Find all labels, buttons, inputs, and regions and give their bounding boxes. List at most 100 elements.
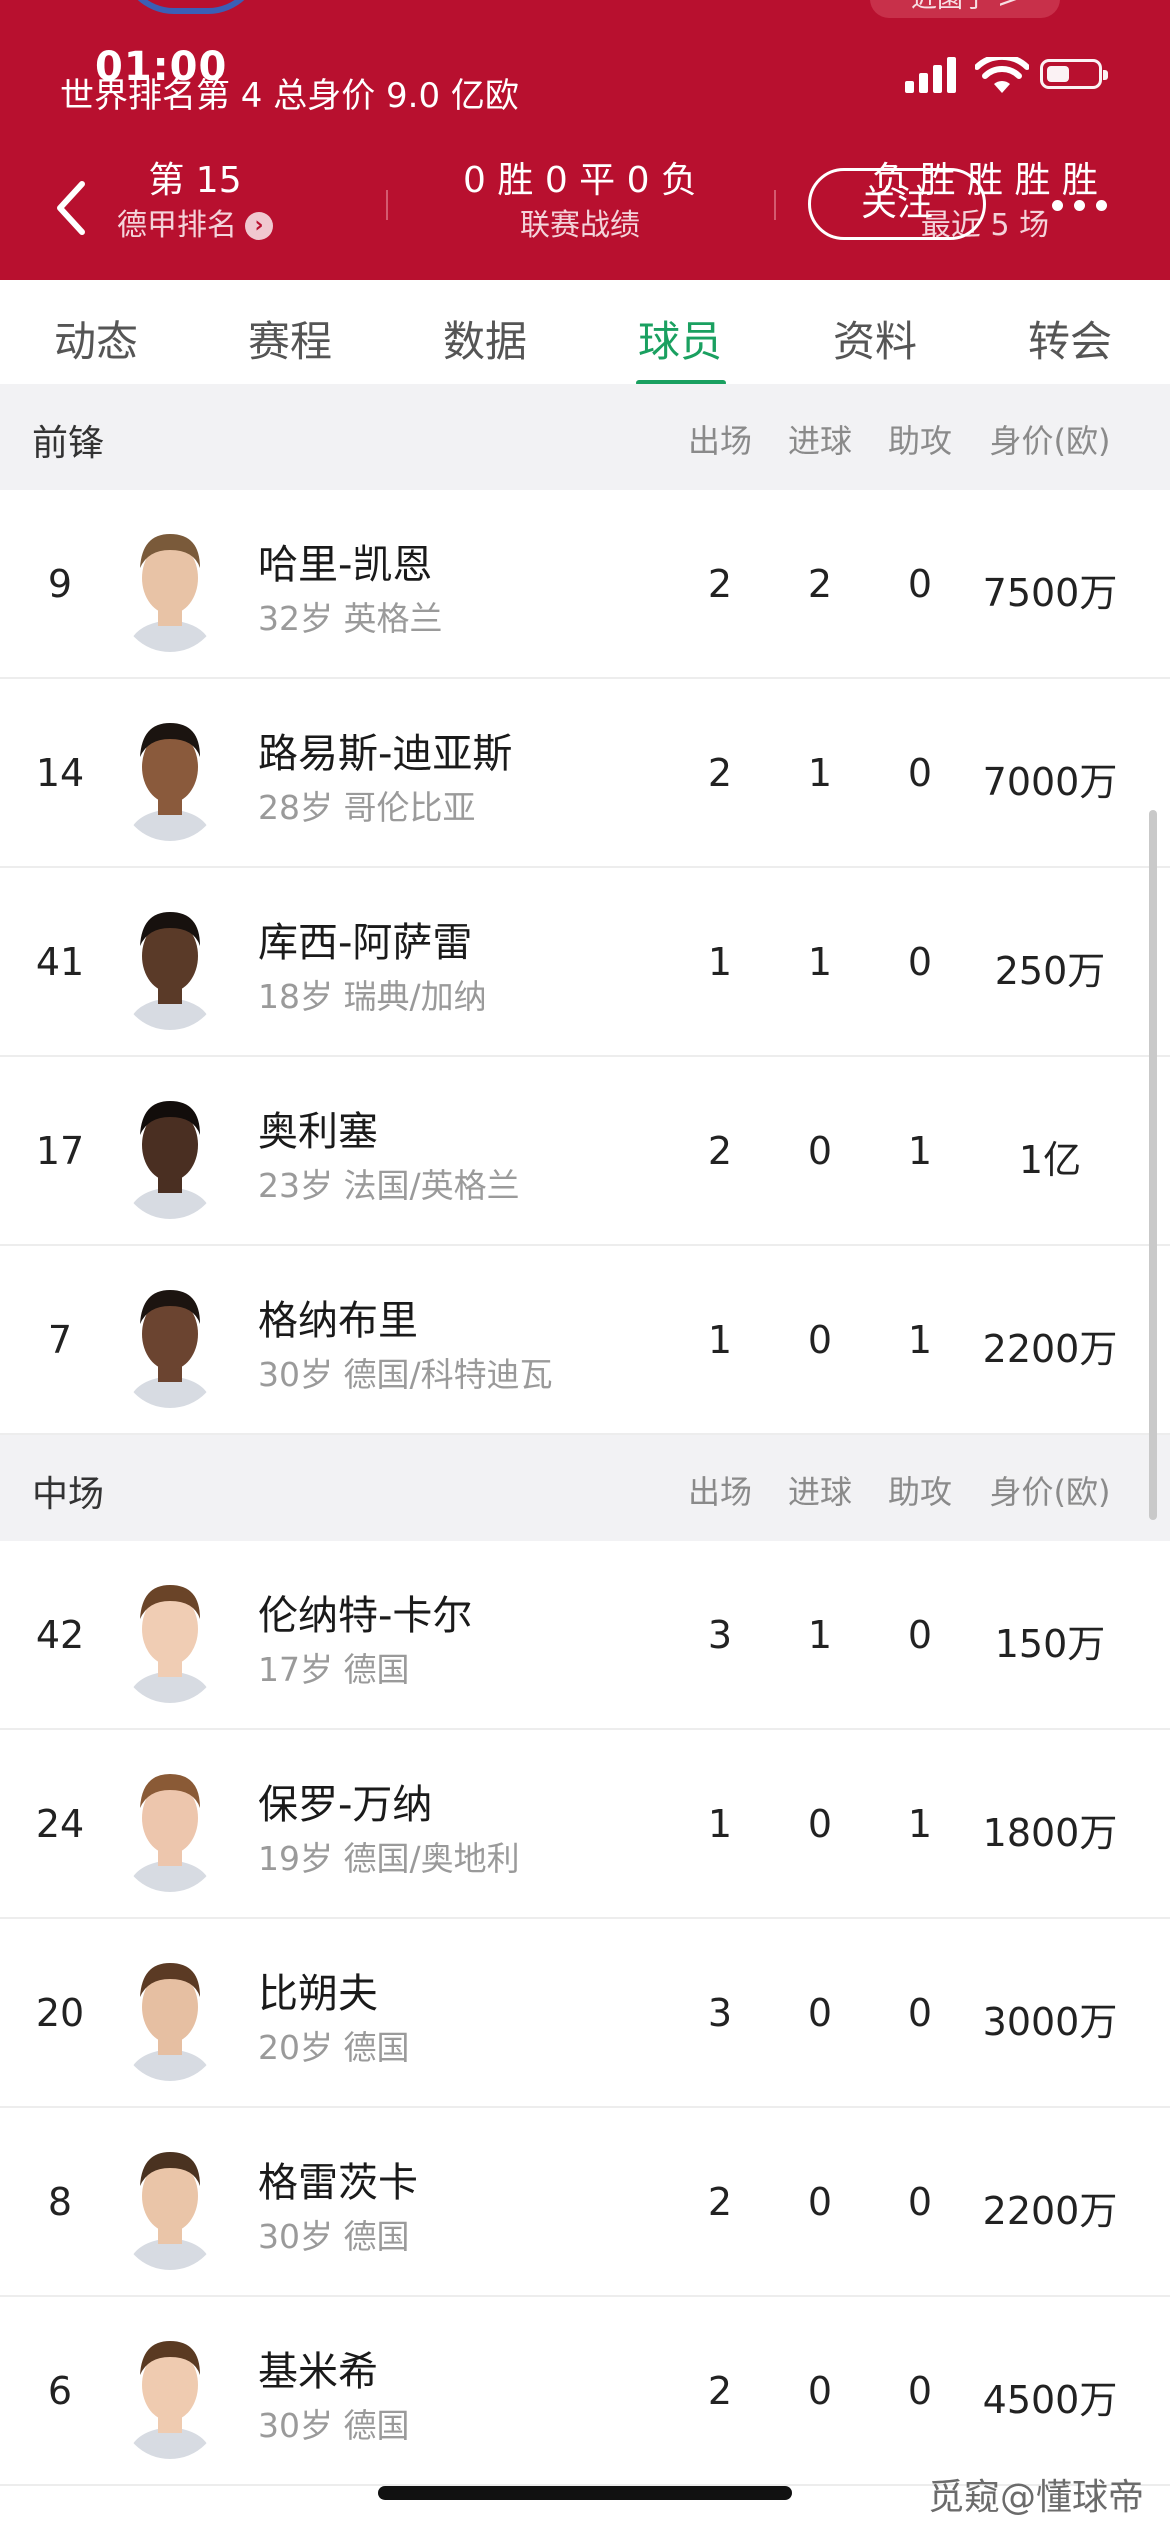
- wifi-icon: [975, 57, 1029, 93]
- market-value: 4500万: [982, 2378, 1118, 2422]
- follow-button[interactable]: 关注: [808, 168, 986, 240]
- appearances: 3: [707, 1613, 733, 1657]
- player-age-nationality: 20岁 德国: [258, 2028, 410, 2067]
- assists: 1: [907, 1318, 933, 1362]
- player-name: 格纳布里: [258, 1298, 418, 1344]
- goals: 1: [807, 1613, 833, 1657]
- player-row[interactable]: 20 比朔夫 20岁 德国 3 0 0 3000万: [0, 1919, 1170, 2108]
- player-avatar: [120, 894, 220, 1030]
- market-value: 1亿: [1018, 1138, 1082, 1182]
- market-value: 7500万: [982, 571, 1118, 615]
- player-row[interactable]: 24 保罗-万纳 19岁 德国/奥地利 1 0 1 1800万: [0, 1730, 1170, 1919]
- header-pill-button[interactable]: 近園子 >: [870, 0, 1060, 18]
- player-avatar: [120, 1272, 220, 1408]
- tab-profile[interactable]: 资料: [795, 308, 955, 369]
- player-age-nationality: 30岁 德国: [258, 2217, 410, 2256]
- tab-bar: 动态 赛程 数据 球员 资料 转会: [0, 280, 1170, 392]
- player-name: 奥利塞: [258, 1109, 378, 1155]
- player-photo-icon: [120, 894, 220, 1030]
- tab-news[interactable]: 动态: [16, 308, 176, 369]
- player-row[interactable]: 7 格纳布里 30岁 德国/科特迪瓦 1 0 1 2200万: [0, 1246, 1170, 1435]
- player-name: 格雷茨卡: [258, 2160, 418, 2206]
- league-rank[interactable]: 第 15 德甲排名 ›: [100, 158, 290, 248]
- player-row[interactable]: 17 奥利塞 23岁 法国/英格兰 2 0 1 1亿: [0, 1057, 1170, 1246]
- player-age-nationality: 30岁 德国: [258, 2406, 410, 2445]
- player-row[interactable]: 6 基米希 30岁 德国 2 0 0 4500万: [0, 2297, 1170, 2486]
- player-photo-icon: [120, 2134, 220, 2270]
- player-age-nationality: 32岁 英格兰: [258, 599, 443, 638]
- player-photo-icon: [120, 705, 220, 841]
- assists: 1: [907, 1802, 933, 1846]
- assists: 0: [907, 2369, 933, 2413]
- more-icon[interactable]: [1052, 200, 1108, 212]
- player-age-nationality: 30岁 德国/科特迪瓦: [258, 1355, 553, 1394]
- section-header: 前锋 出场 进球 助攻 身价(欧): [0, 384, 1170, 490]
- player-avatar: [120, 1756, 220, 1892]
- market-value: 3000万: [982, 2000, 1118, 2044]
- jersey-number: 24: [35, 1802, 85, 1846]
- player-age-nationality: 19岁 德国/奥地利: [258, 1839, 520, 1878]
- jersey-number: 6: [47, 2369, 73, 2413]
- player-name: 保罗-万纳: [258, 1782, 433, 1828]
- section-title: 中场: [32, 1474, 105, 1515]
- player-row[interactable]: 41 库西-阿萨雷 18岁 瑞典/加纳 1 1 0 250万: [0, 868, 1170, 1057]
- tab-transfers[interactable]: 转会: [990, 308, 1150, 369]
- appearances: 1: [707, 1318, 733, 1362]
- tab-players[interactable]: 球员: [600, 308, 760, 369]
- home-indicator[interactable]: [378, 2486, 792, 2500]
- player-photo-icon: [120, 1272, 220, 1408]
- appearances: 1: [707, 940, 733, 984]
- tab-stats[interactable]: 数据: [405, 308, 565, 369]
- scrollbar[interactable]: [1149, 810, 1157, 1520]
- jersey-number: 9: [47, 562, 73, 606]
- status-time: 01:00: [95, 44, 228, 90]
- column-header: 出场: [687, 422, 752, 460]
- player-avatar: [120, 2323, 220, 2459]
- back-arrow-icon[interactable]: [52, 178, 88, 238]
- player-photo-icon: [120, 2323, 220, 2459]
- record-value: 0 胜 0 平 0 负: [463, 160, 697, 201]
- jersey-number: 20: [35, 1991, 85, 2035]
- player-photo-icon: [120, 1756, 220, 1892]
- player-row[interactable]: 9 哈里-凯恩 32岁 英格兰 2 2 0 7500万: [0, 490, 1170, 679]
- player-photo-icon: [120, 1945, 220, 2081]
- player-age-nationality: 28岁 哥伦比亚: [258, 788, 476, 827]
- player-avatar: [120, 1945, 220, 2081]
- column-header: 进球: [787, 422, 852, 460]
- tab-schedule[interactable]: 赛程: [210, 308, 370, 369]
- divider: [386, 190, 388, 220]
- assists: 0: [907, 751, 933, 795]
- jersey-number: 8: [47, 2180, 73, 2224]
- jersey-number: 17: [35, 1129, 85, 1173]
- record-label: 联赛战绩: [520, 208, 640, 243]
- goals: 0: [807, 1129, 833, 1173]
- chevron-right-icon: ›: [245, 212, 273, 240]
- player-name: 比朔夫: [258, 1971, 378, 2017]
- column-header: 助攻: [887, 1473, 952, 1511]
- league-rank-label: 德甲排名 ›: [100, 204, 290, 248]
- goals: 1: [807, 751, 833, 795]
- status-icons: [905, 55, 1125, 95]
- player-row[interactable]: 8 格雷茨卡 30岁 德国 2 0 0 2200万: [0, 2108, 1170, 2297]
- column-header: 出场: [687, 1473, 752, 1511]
- column-header: 身价(欧): [989, 1473, 1111, 1511]
- assists: 0: [907, 562, 933, 606]
- player-name: 路易斯-迪亚斯: [258, 731, 513, 777]
- player-row[interactable]: 14 路易斯-迪亚斯 28岁 哥伦比亚 2 1 0 7000万: [0, 679, 1170, 868]
- player-avatar: [120, 2134, 220, 2270]
- player-avatar: [120, 1567, 220, 1703]
- assists: 0: [907, 1991, 933, 2035]
- column-header: 助攻: [887, 422, 952, 460]
- battery-icon: [1040, 59, 1108, 89]
- assists: 0: [907, 1613, 933, 1657]
- assists: 0: [907, 2180, 933, 2224]
- signal-icon: [905, 57, 956, 93]
- market-value: 2200万: [982, 2189, 1118, 2233]
- column-header: 进球: [787, 1473, 852, 1511]
- column-header: 身价(欧): [989, 422, 1111, 460]
- player-avatar: [120, 1083, 220, 1219]
- goals: 0: [807, 2180, 833, 2224]
- player-age-nationality: 18岁 瑞典/加纳: [258, 977, 487, 1016]
- player-row[interactable]: 42 伦纳特-卡尔 17岁 德国 3 1 0 150万: [0, 1541, 1170, 1730]
- player-name: 哈里-凯恩: [258, 542, 433, 588]
